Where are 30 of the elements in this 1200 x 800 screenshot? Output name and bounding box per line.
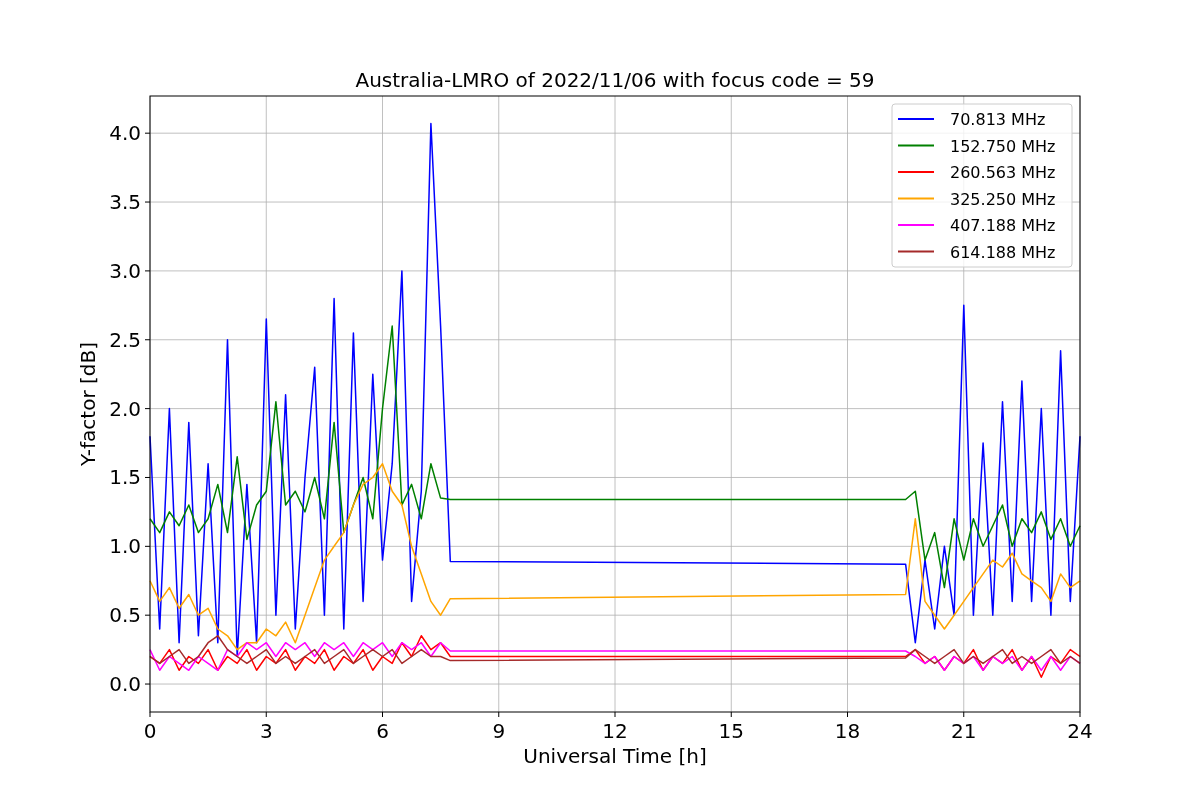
tick-label: 6 bbox=[376, 719, 389, 743]
tick-label: 24 bbox=[1067, 719, 1093, 743]
legend-label: 152.750 MHz bbox=[950, 136, 1056, 156]
x-axis-label: Universal Time [h] bbox=[523, 744, 707, 768]
tick-label: 3 bbox=[259, 719, 273, 743]
legend-label: 325.250 MHz bbox=[950, 189, 1056, 209]
tick-label: 0.0 bbox=[109, 672, 141, 697]
tick-label: 3.5 bbox=[109, 190, 141, 215]
chart-title: Australia-LMRO of 2022/11/06 with focus code = 59 bbox=[355, 68, 875, 92]
tick-label: 21 bbox=[951, 719, 977, 743]
tick-label: 12 bbox=[602, 719, 628, 743]
legend-swatch bbox=[897, 250, 935, 253]
tick-label: 4.0 bbox=[109, 121, 141, 146]
tick-label: 1.5 bbox=[109, 465, 141, 490]
tick-label: 9 bbox=[492, 719, 506, 743]
legend-label: 260.563 MHz bbox=[950, 163, 1056, 182]
legend-swatch bbox=[897, 144, 935, 147]
tick-label: 15 bbox=[718, 719, 744, 743]
tick-label: 2.5 bbox=[109, 327, 141, 352]
tick-label: 18 bbox=[834, 719, 861, 743]
y-axis-label: Y-factor [dB] bbox=[76, 342, 100, 466]
legend-swatch bbox=[897, 197, 935, 200]
legend-label: 407.188 MHz bbox=[950, 216, 1056, 235]
tick-label: 2.0 bbox=[109, 396, 141, 421]
legend-label: 70.813 MHz bbox=[950, 110, 1046, 129]
tick-label: 0.5 bbox=[109, 603, 141, 628]
tick-label: 3.0 bbox=[109, 258, 141, 283]
tick-label: 0 bbox=[143, 719, 157, 743]
tick-label: 1.0 bbox=[109, 534, 141, 559]
legend-label: 614.188 MHz bbox=[950, 242, 1056, 262]
